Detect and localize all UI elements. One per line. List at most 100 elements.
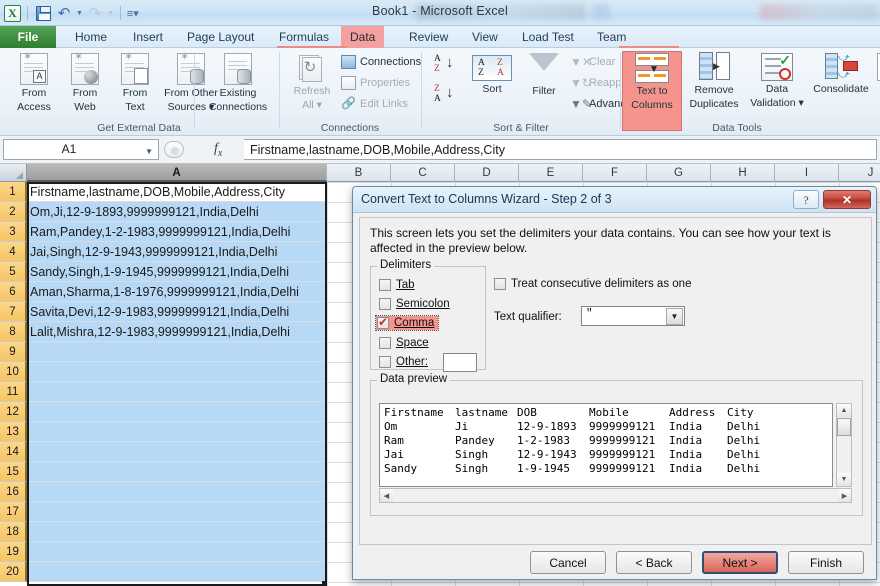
delimiter-other-input[interactable] <box>443 353 477 372</box>
cell-A12[interactable] <box>27 402 327 422</box>
tab-page-layout[interactable]: Page Layout <box>178 26 263 48</box>
tab-formulas[interactable]: Formulas <box>270 26 338 48</box>
row-header-20[interactable]: 20 <box>0 562 27 582</box>
cell-A6[interactable]: Aman,Sharma,1-8-1976,9999999121,India,De… <box>27 282 327 302</box>
row-header-4[interactable]: 4 <box>0 242 27 262</box>
row-header-5[interactable]: 5 <box>0 262 27 282</box>
column-header-J[interactable]: J <box>839 164 880 182</box>
row-header-17[interactable]: 17 <box>0 502 27 522</box>
row-header-10[interactable]: 10 <box>0 362 27 382</box>
delimiter-space-checkbox[interactable] <box>379 337 391 349</box>
formula-expand-button[interactable] <box>164 141 184 158</box>
from-access-button[interactable]: ✶ A From Access <box>5 51 63 113</box>
preview-vertical-scrollbar[interactable]: ▲ ▼ <box>836 403 852 487</box>
column-header-D[interactable]: D <box>455 164 519 182</box>
column-header-C[interactable]: C <box>391 164 455 182</box>
row-header-3[interactable]: 3 <box>0 222 27 242</box>
row-header-14[interactable]: 14 <box>0 442 27 462</box>
name-box[interactable]: A1 ▼ <box>3 139 159 160</box>
row-header-9[interactable]: 9 <box>0 342 27 362</box>
row-header-7[interactable]: 7 <box>0 302 27 322</box>
properties-button[interactable]: Properties <box>341 76 410 90</box>
treat-consecutive-checkbox[interactable] <box>494 278 506 290</box>
sort-ascending-button[interactable]: A Z ↓ <box>430 54 464 80</box>
tab-team[interactable]: Team <box>588 26 635 48</box>
preview-horizontal-scrollbar[interactable]: ◀ ▶ <box>379 488 852 503</box>
row-header-13[interactable]: 13 <box>0 422 27 442</box>
sort-descending-button[interactable]: Z A ↓ <box>430 84 464 110</box>
cell-A20[interactable] <box>27 562 327 582</box>
tab-data[interactable]: Data <box>341 26 385 48</box>
treat-consecutive-row[interactable]: Treat consecutive delimiters as one <box>494 278 691 290</box>
filter-button[interactable]: Filter <box>520 51 568 97</box>
row-header-6[interactable]: 6 <box>0 282 27 302</box>
existing-connections-button[interactable]: Existing Connections <box>199 51 277 113</box>
text-qualifier-combo[interactable]: " ▼ <box>581 306 685 326</box>
row-header-2[interactable]: 2 <box>0 202 27 222</box>
connections-button[interactable]: Connections <box>341 55 421 69</box>
row-header-19[interactable]: 19 <box>0 542 27 562</box>
clear-button[interactable]: ▼✕ Clear <box>570 55 615 69</box>
chevron-down-icon[interactable]: ▼ <box>666 308 683 325</box>
tab-review[interactable]: Review <box>400 26 457 48</box>
tab-load-test[interactable]: Load Test <box>513 26 583 48</box>
select-all-corner[interactable] <box>0 164 27 182</box>
formula-input[interactable]: Firstname,lastname,DOB,Mobile,Address,Ci… <box>244 139 877 160</box>
row-header-18[interactable]: 18 <box>0 522 27 542</box>
cell-A10[interactable] <box>27 362 327 382</box>
cell-A7[interactable]: Savita,Devi,12-9-1983,9999999121,India,D… <box>27 302 327 322</box>
cell-A18[interactable] <box>27 522 327 542</box>
preview-vscroll-thumb[interactable] <box>837 418 851 436</box>
cell-A2[interactable]: Om,Ji,12-9-1893,9999999121,India,Delhi <box>27 202 327 222</box>
remove-duplicates-button[interactable]: ▶ Remove Duplicates <box>683 51 745 110</box>
delimiter-space-row[interactable]: Space <box>379 337 429 349</box>
selection-fill-handle[interactable] <box>322 581 327 586</box>
cell-A17[interactable] <box>27 502 327 522</box>
finish-button[interactable]: Finish <box>788 551 864 574</box>
cell-A11[interactable] <box>27 382 327 402</box>
row-header-8[interactable]: 8 <box>0 322 27 342</box>
name-box-dropdown-icon[interactable]: ▼ <box>145 147 153 156</box>
column-header-I[interactable]: I <box>775 164 839 182</box>
delimiter-semicolon-row[interactable]: Semicolon <box>379 298 450 310</box>
scroll-up-icon[interactable]: ▲ <box>837 404 851 417</box>
tab-file[interactable]: File <box>0 26 56 48</box>
scroll-down-icon[interactable]: ▼ <box>837 473 851 486</box>
cell-A14[interactable] <box>27 442 327 462</box>
edit-links-button[interactable]: 🔗 Edit Links <box>341 97 408 111</box>
text-to-columns-button[interactable]: ▼ Text to Columns <box>622 51 682 131</box>
delimiter-comma-row[interactable]: Comma <box>374 315 440 331</box>
insert-function-icon[interactable]: fx <box>214 141 222 159</box>
cell-A9[interactable] <box>27 342 327 362</box>
column-header-G[interactable]: G <box>647 164 711 182</box>
scroll-left-icon[interactable]: ◀ <box>380 489 393 502</box>
sort-button[interactable]: AZ ZA Sort <box>466 51 518 95</box>
delimiter-tab-checkbox[interactable] <box>379 279 391 291</box>
cell-A5[interactable]: Sandy,Singh,1-9-1945,9999999121,India,De… <box>27 262 327 282</box>
close-button[interactable]: ✕ <box>823 190 871 209</box>
cell-A16[interactable] <box>27 482 327 502</box>
column-header-B[interactable]: B <box>327 164 391 182</box>
back-button[interactable]: < Back <box>616 551 692 574</box>
cell-A8[interactable]: Lalit,Mishra,12-9-1983,9999999121,India,… <box>27 322 327 342</box>
delimiter-other-checkbox[interactable] <box>379 356 391 368</box>
cancel-button[interactable]: Cancel <box>530 551 606 574</box>
column-header-A[interactable]: A <box>27 164 327 182</box>
row-header-16[interactable]: 16 <box>0 482 27 502</box>
column-header-F[interactable]: F <box>583 164 647 182</box>
cell-A13[interactable] <box>27 422 327 442</box>
data-preview-pane[interactable]: Firstname lastname DOB Mobile Address Ci… <box>379 403 833 487</box>
column-header-E[interactable]: E <box>519 164 583 182</box>
row-header-15[interactable]: 15 <box>0 462 27 482</box>
help-button[interactable]: ? <box>793 190 819 209</box>
cell-A4[interactable]: Jai,Singh,12-9-1943,9999999121,India,Del… <box>27 242 327 262</box>
cell-A1[interactable]: Firstname,lastname,DOB,Mobile,Address,Ci… <box>27 182 327 202</box>
row-header-12[interactable]: 12 <box>0 402 27 422</box>
next-button[interactable]: Next > <box>702 551 778 574</box>
tab-view[interactable]: View <box>463 26 507 48</box>
delimiter-other-row[interactable]: Other: <box>379 356 428 368</box>
delimiter-tab-row[interactable]: Tab <box>379 279 415 291</box>
tab-insert[interactable]: Insert <box>124 26 172 48</box>
tab-home[interactable]: Home <box>66 26 116 48</box>
delimiter-comma-checkbox[interactable] <box>377 315 389 329</box>
